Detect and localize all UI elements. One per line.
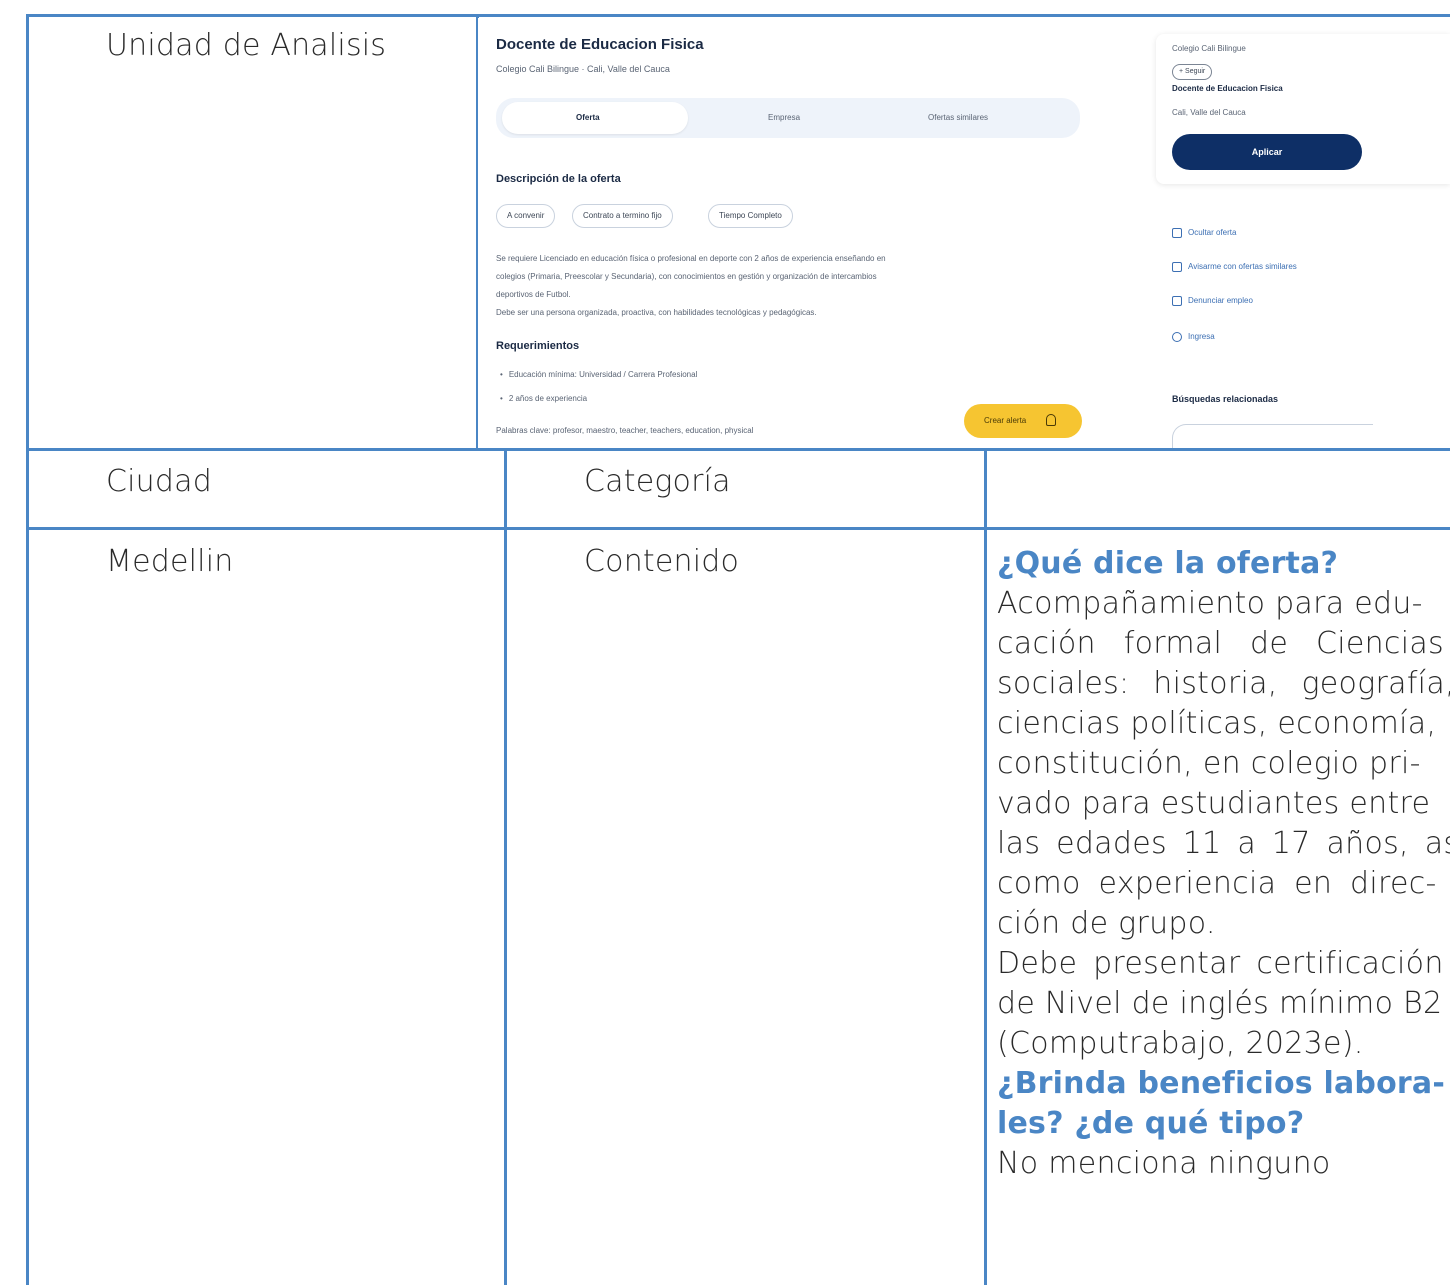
sidebar-link-report-label: Denunciar empleo: [1188, 296, 1253, 306]
ciudad-header: Ciudad: [106, 464, 212, 499]
tab-empresa-label[interactable]: Empresa: [768, 113, 800, 122]
col-divider-1: [504, 448, 507, 1285]
eye-off-icon: [1172, 228, 1182, 238]
follow-button[interactable]: + Seguir: [1172, 64, 1213, 80]
ciudad-value: Medellin: [106, 544, 234, 579]
answer-line-11: de Nivel de inglés mínimo B2: [997, 986, 1443, 1021]
create-alert-label: Crear alerta: [984, 416, 1027, 425]
requirement-experience: 2 años de experiencia: [500, 394, 587, 403]
sidebar-company: Colegio Cali Bilingue: [1172, 44, 1246, 53]
body-line-1: Se requiere Licenciado en educación físi…: [496, 254, 886, 263]
answer-line-1: Acompañamiento para edu-: [997, 586, 1423, 621]
job-title: Docente de Educacion Fisica: [496, 36, 704, 53]
sidebar-link-hide[interactable]: Ocultar oferta: [1172, 228, 1236, 238]
job-post-screenshot: Docente de Educacion Fisica Colegio Cali…: [478, 18, 1450, 448]
row1-bottom: [26, 448, 1450, 451]
answer-line-2: cación formal de Ciencias: [997, 626, 1444, 661]
header-bottom: [26, 527, 1450, 530]
question-beneficios-line-1: ¿Brinda beneficios labora-: [997, 1066, 1446, 1101]
answer-line-12: (Computrabajo, 2023e).: [997, 1026, 1364, 1061]
requirement-education: Educación mínima: Universidad / Carrera …: [500, 370, 698, 379]
answer-line-8: como experiencia en direc-: [997, 866, 1437, 901]
job-subtitle: Colegio Cali Bilingue · Cali, Valle del …: [496, 64, 670, 74]
sidebar-link-login[interactable]: Ingresa: [1172, 332, 1215, 342]
categoria-value: Contenido: [584, 544, 740, 579]
col-divider-2: [984, 448, 987, 1285]
sidebar-location: Cali, Valle del Cauca: [1172, 108, 1246, 117]
apply-button[interactable]: Aplicar: [1172, 134, 1362, 170]
table-border-top: [26, 14, 1450, 17]
tab-ofertas-similares-label[interactable]: Ofertas similares: [928, 113, 988, 122]
section-requirements: Requerimientos: [496, 340, 580, 352]
body-line-4: Debe ser una persona organizada, proacti…: [496, 308, 817, 317]
bell-outline-icon: [1172, 262, 1182, 272]
globe-icon: [1172, 332, 1182, 342]
unidad-de-analisis-label: Unidad de Analisis: [106, 28, 387, 63]
sidebar-link-report[interactable]: Denunciar empleo: [1172, 296, 1253, 306]
pill-schedule: Tiempo Completo: [708, 204, 793, 228]
answer-line-6: vado para estudiantes entre: [997, 786, 1431, 821]
sidebar-job-title: Docente de Educacion Fisica: [1172, 84, 1283, 93]
sidebar-link-notify-label: Avisarme con ofertas similares: [1188, 262, 1297, 272]
answer-beneficios: No menciona ninguno: [997, 1146, 1331, 1181]
flag-icon: [1172, 296, 1182, 306]
section-description: Descripción de la oferta: [496, 173, 621, 185]
sidebar-link-notify[interactable]: Avisarme con ofertas similares: [1172, 262, 1297, 272]
tab-oferta-label: Oferta: [576, 113, 600, 122]
question-beneficios-line-2: les? ¿de qué tipo?: [997, 1106, 1305, 1141]
categoria-header: Categoría: [584, 464, 731, 499]
body-line-3: deportivos de Futbol.: [496, 290, 571, 299]
sidebar-link-hide-label: Ocultar oferta: [1188, 228, 1237, 238]
related-searches-box: [1172, 424, 1373, 448]
keywords: Palabras clave: profesor, maestro, teach…: [496, 426, 754, 435]
pill-contract: Contrato a termino fijo: [572, 204, 673, 228]
answer-line-4: ciencias políticas, economía,: [997, 706, 1437, 741]
answer-line-5: constitución, en colegio pri-: [997, 746, 1421, 781]
answer-line-10: Debe presentar certificación: [997, 946, 1444, 981]
related-searches-title: Búsquedas relacionadas: [1172, 394, 1279, 404]
analysis-cell: ¿Qué dice la oferta? Acompañamiento para…: [997, 544, 1450, 1285]
question-que-dice: ¿Qué dice la oferta?: [997, 546, 1339, 581]
sidebar-link-login-label: Ingresa: [1188, 332, 1215, 342]
answer-line-7: las edades 11 a 17 años, así: [997, 826, 1450, 861]
table-border-left: [26, 14, 29, 1285]
pill-salary: A convenir: [496, 204, 556, 228]
body-line-2: colegios (Primaria, Preescolar y Secunda…: [496, 272, 877, 281]
bell-icon: [1046, 414, 1056, 426]
answer-line-3: sociales: historia, geografía,: [997, 666, 1450, 701]
answer-line-9: ción de grupo.: [997, 906, 1216, 941]
